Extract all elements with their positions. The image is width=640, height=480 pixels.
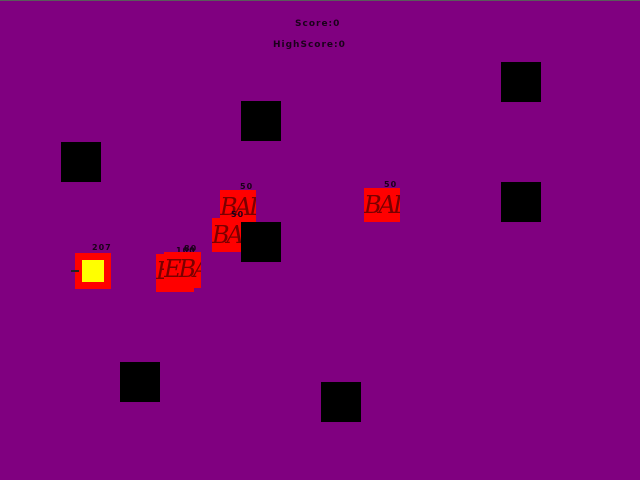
wall-block bbox=[321, 382, 361, 422]
player-hp: 207 bbox=[92, 243, 112, 252]
score-readout: Score:0 bbox=[295, 19, 340, 29]
player-core bbox=[82, 260, 104, 282]
enemy-label: EBAD bbox=[164, 255, 201, 283]
highscore-value: 0 bbox=[338, 40, 346, 50]
player-gun bbox=[71, 270, 79, 272]
highscore-label: HighScore: bbox=[273, 40, 339, 50]
wall-block bbox=[501, 62, 541, 102]
enemy-label: BAD bbox=[364, 191, 400, 219]
game-canvas[interactable]: Score:0 HighScore:0 50 BAD 50 BAD 50 BAD… bbox=[0, 0, 640, 480]
score-label: Score: bbox=[295, 19, 334, 29]
enemy-ebad: EBAD bbox=[164, 252, 201, 288]
score-value: 0 bbox=[333, 19, 341, 29]
highscore-readout: HighScore:0 bbox=[273, 40, 346, 50]
wall-block bbox=[61, 142, 101, 182]
player-tank bbox=[71, 253, 111, 289]
wall-block bbox=[501, 182, 541, 222]
wall-block bbox=[241, 101, 281, 141]
enemy-bad: BAD bbox=[364, 188, 400, 222]
wall-block bbox=[120, 362, 160, 402]
wall-block bbox=[241, 222, 281, 262]
